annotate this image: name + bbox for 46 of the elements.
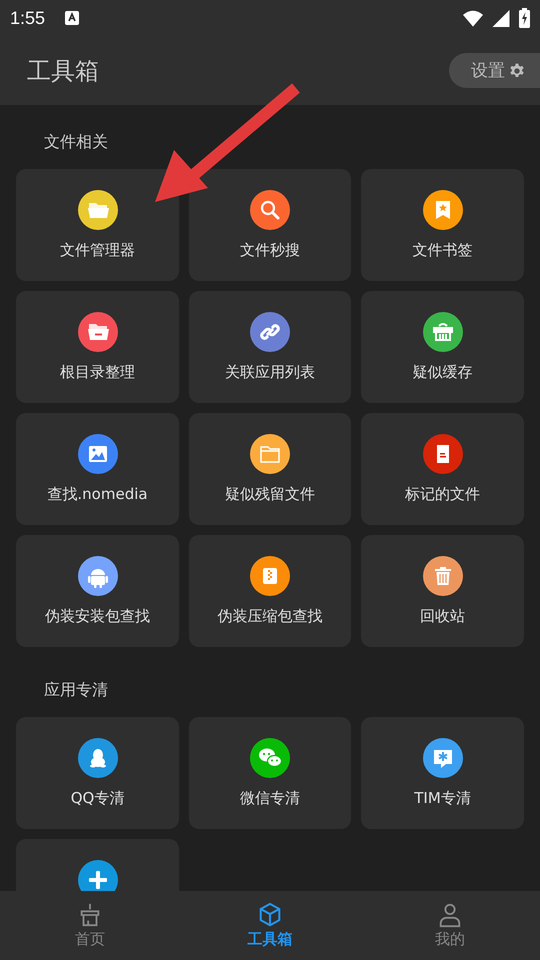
- tool-card[interactable]: 根目录整理: [16, 291, 179, 403]
- tool-card[interactable]: 文件秒搜: [189, 169, 351, 281]
- basket-icon: [422, 312, 462, 352]
- folder-icon: [78, 312, 118, 352]
- wifi-icon: [463, 10, 483, 26]
- search-icon: [250, 190, 290, 230]
- status-time: 1:55: [10, 8, 46, 28]
- folder-icon: [78, 190, 118, 230]
- section-title: 文件相关: [44, 131, 108, 153]
- chat-icon: [250, 738, 290, 778]
- tool-card[interactable]: 文件管理器: [16, 169, 179, 281]
- document-icon: [422, 434, 462, 474]
- tool-card[interactable]: 查找.nomedia: [16, 413, 179, 525]
- page-title: 工具箱: [27, 56, 99, 86]
- trash-icon: [422, 556, 462, 596]
- person-icon: [437, 902, 463, 928]
- image-icon: [78, 434, 118, 474]
- tool-card[interactable]: 疑似残留文件: [189, 413, 351, 525]
- nav-tab[interactable]: 首页: [0, 891, 180, 960]
- zip-icon: [250, 556, 290, 596]
- bookmark-icon: [422, 190, 462, 230]
- tool-card[interactable]: 关联应用列表: [189, 291, 351, 403]
- plus-icon: [78, 860, 118, 891]
- tool-card[interactable]: 伪装安装包查找: [16, 535, 179, 647]
- settings-button[interactable]: 设置: [449, 53, 540, 88]
- tool-card[interactable]: QQ专清: [16, 717, 179, 829]
- tool-card[interactable]: 标记的文件: [361, 413, 524, 525]
- tool-card[interactable]: 微信专清: [189, 717, 351, 829]
- keyboard-icon: [65, 11, 80, 25]
- tool-card[interactable]: 回收站: [361, 535, 524, 647]
- tool-card[interactable]: 疑似缓存: [361, 291, 524, 403]
- link-icon: [250, 312, 290, 352]
- nav-tab[interactable]: 工具箱: [180, 891, 360, 960]
- chat-icon: [422, 738, 462, 778]
- signal-icon: [491, 10, 511, 26]
- cube-icon: [257, 902, 283, 928]
- tool-card[interactable]: 伪装压缩包查找: [189, 535, 351, 647]
- tool-card[interactable]: TIM专清: [361, 717, 524, 829]
- penguin-icon: [78, 738, 118, 778]
- tool-card[interactable]: 文件书签: [361, 169, 524, 281]
- robot-icon: [78, 556, 118, 596]
- folder-icon: [250, 434, 290, 474]
- nav-tab[interactable]: 我的: [360, 891, 540, 960]
- settings-icon: [509, 62, 525, 78]
- battery-icon: [519, 8, 530, 28]
- section-title: 应用专清: [44, 679, 108, 701]
